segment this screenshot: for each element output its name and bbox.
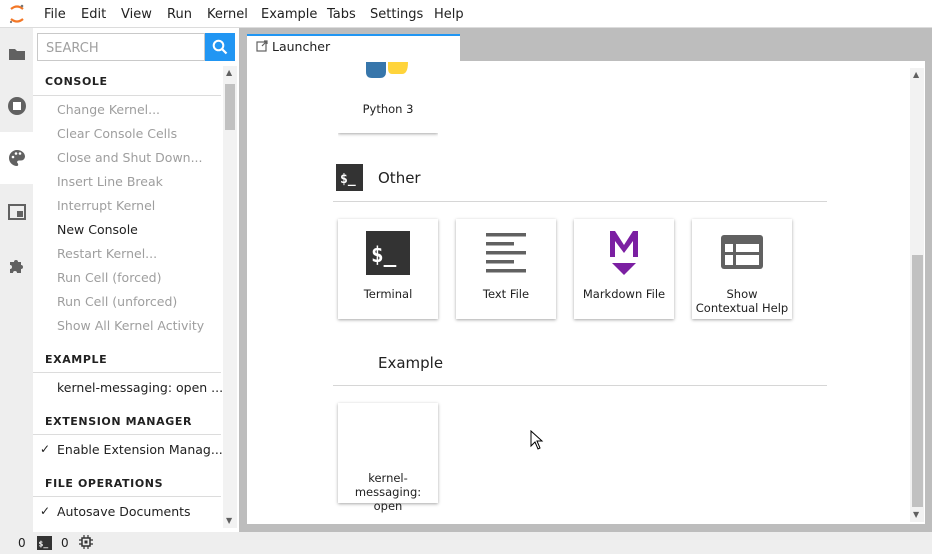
cmd-show-all-kernel-activity[interactable]: Show All Kernel Activity [57, 318, 204, 333]
menu-help[interactable]: Help [434, 7, 464, 22]
menubar: File Edit View Run Kernel Example Tabs S… [0, 0, 932, 28]
text-lines-icon [486, 233, 526, 273]
svg-text:$_: $_ [371, 243, 397, 267]
section-divider [333, 385, 827, 386]
cmd-restart-kernel[interactable]: Restart Kernel... [57, 246, 157, 261]
launcher-card-kernel-messaging[interactable]: kernel-messaging: open [338, 403, 438, 513]
command-search-box [37, 33, 208, 61]
command-search-input[interactable] [44, 35, 208, 61]
scroll-down-arrow-icon[interactable]: ▼ [226, 516, 232, 525]
menu-kernel[interactable]: Kernel [207, 7, 248, 22]
menu-edit[interactable]: Edit [81, 7, 106, 22]
card-label-markdown-file: Markdown File [582, 287, 666, 301]
launcher-card-text-file[interactable]: Text File [456, 219, 556, 319]
cmd-run-cell-forced[interactable]: Run Cell (forced) [57, 270, 161, 285]
category-divider [33, 372, 221, 373]
running-sessions-tab[interactable] [0, 80, 33, 132]
file-browser-tab[interactable] [0, 28, 33, 80]
cmd-insert-line-break[interactable]: Insert Line Break [57, 174, 163, 189]
launcher-card-markdown-file[interactable]: Markdown File [574, 219, 674, 319]
open-tabs-tab[interactable] [0, 186, 33, 238]
search-icon [212, 39, 228, 55]
card-label-text-file: Text File [482, 287, 530, 301]
scroll-down-arrow-icon[interactable]: ▼ [913, 510, 919, 519]
mouse-pointer-icon [530, 430, 544, 450]
launcher-scroll-thumb[interactable] [912, 255, 923, 507]
kernel-chip-icon[interactable] [79, 535, 93, 549]
card-label-terminal: Terminal [363, 287, 413, 301]
svg-text:$_: $_ [39, 540, 49, 549]
card-label-python3: Python 3 [362, 102, 414, 116]
extension-manager-tab[interactable] [0, 240, 33, 292]
cmd-autosave-documents[interactable]: Autosave Documents [57, 504, 191, 519]
scroll-up-arrow-icon[interactable]: ▲ [913, 70, 919, 79]
command-palette-tab[interactable] [0, 132, 33, 184]
stop-circle-icon [7, 97, 26, 115]
terminal-prompt-icon: $_ [336, 164, 363, 191]
search-button[interactable] [205, 33, 235, 61]
checkmark-icon: ✓ [40, 442, 51, 456]
palette-icon [8, 150, 25, 166]
terminal-icon: $_ [366, 231, 410, 275]
card-label-kernel-messaging: kernel-messaging: open [354, 471, 422, 513]
contextual-help-icon [721, 235, 763, 269]
cmd-run-cell-unforced[interactable]: Run Cell (unforced) [57, 294, 177, 309]
category-example: EXAMPLE [45, 353, 108, 366]
cmd-new-console[interactable]: New Console [57, 222, 138, 237]
section-title-example: Example [378, 354, 444, 372]
category-divider [33, 95, 221, 96]
category-divider [33, 496, 221, 497]
category-extension-manager: EXTENSION MANAGER [45, 415, 193, 428]
extension-puzzle-icon [9, 260, 23, 273]
tab-window-icon [7, 204, 26, 220]
category-divider [33, 434, 221, 435]
cmd-clear-console-cells[interactable]: Clear Console Cells [57, 126, 177, 141]
launcher-tab-icon [256, 40, 268, 52]
left-activity-bar [0, 28, 33, 532]
markdown-icon [610, 231, 638, 275]
card-label-contextual-help: Show Contextual Help [695, 287, 789, 315]
menu-tabs[interactable]: Tabs [327, 7, 356, 22]
cmd-interrupt-kernel[interactable]: Interrupt Kernel [57, 198, 155, 213]
command-list-scrollbar[interactable] [223, 66, 237, 528]
python-logo-icon [366, 62, 408, 78]
folder-icon [8, 49, 25, 60]
cmd-enable-extension-manager[interactable]: Enable Extension Manag... [57, 442, 223, 457]
launcher-card-contextual-help[interactable]: Show Contextual Help [692, 219, 792, 319]
section-divider [333, 201, 827, 202]
category-file-operations: FILE OPERATIONS [45, 477, 164, 490]
command-list-scroll-thumb[interactable] [225, 84, 235, 130]
menu-run[interactable]: Run [167, 7, 192, 22]
svg-text:$_: $_ [340, 172, 356, 187]
cmd-close-and-shut-down[interactable]: Close and Shut Down... [57, 150, 203, 165]
jupyter-logo-icon [9, 4, 24, 24]
kernel-count: 0 [18, 536, 26, 550]
menu-view[interactable]: View [121, 7, 152, 22]
menu-example[interactable]: Example [261, 7, 317, 22]
category-console: CONSOLE [45, 75, 108, 88]
cmd-change-kernel[interactable]: Change Kernel... [57, 102, 160, 117]
terminal-status-icon[interactable]: $_ [37, 536, 52, 550]
tab-label: Launcher [272, 39, 331, 54]
status-bar [0, 532, 932, 554]
checkmark-icon: ✓ [40, 504, 51, 518]
menu-settings[interactable]: Settings [370, 7, 423, 22]
scroll-up-arrow-icon[interactable]: ▲ [226, 68, 232, 77]
menu-file[interactable]: File [44, 7, 66, 22]
launcher-card-terminal[interactable]: $_ Terminal [338, 219, 438, 319]
cmd-kernel-messaging-open[interactable]: kernel-messaging: open ... [57, 380, 223, 395]
terminal-count: 0 [61, 536, 69, 550]
section-title-other: Other [378, 169, 421, 187]
